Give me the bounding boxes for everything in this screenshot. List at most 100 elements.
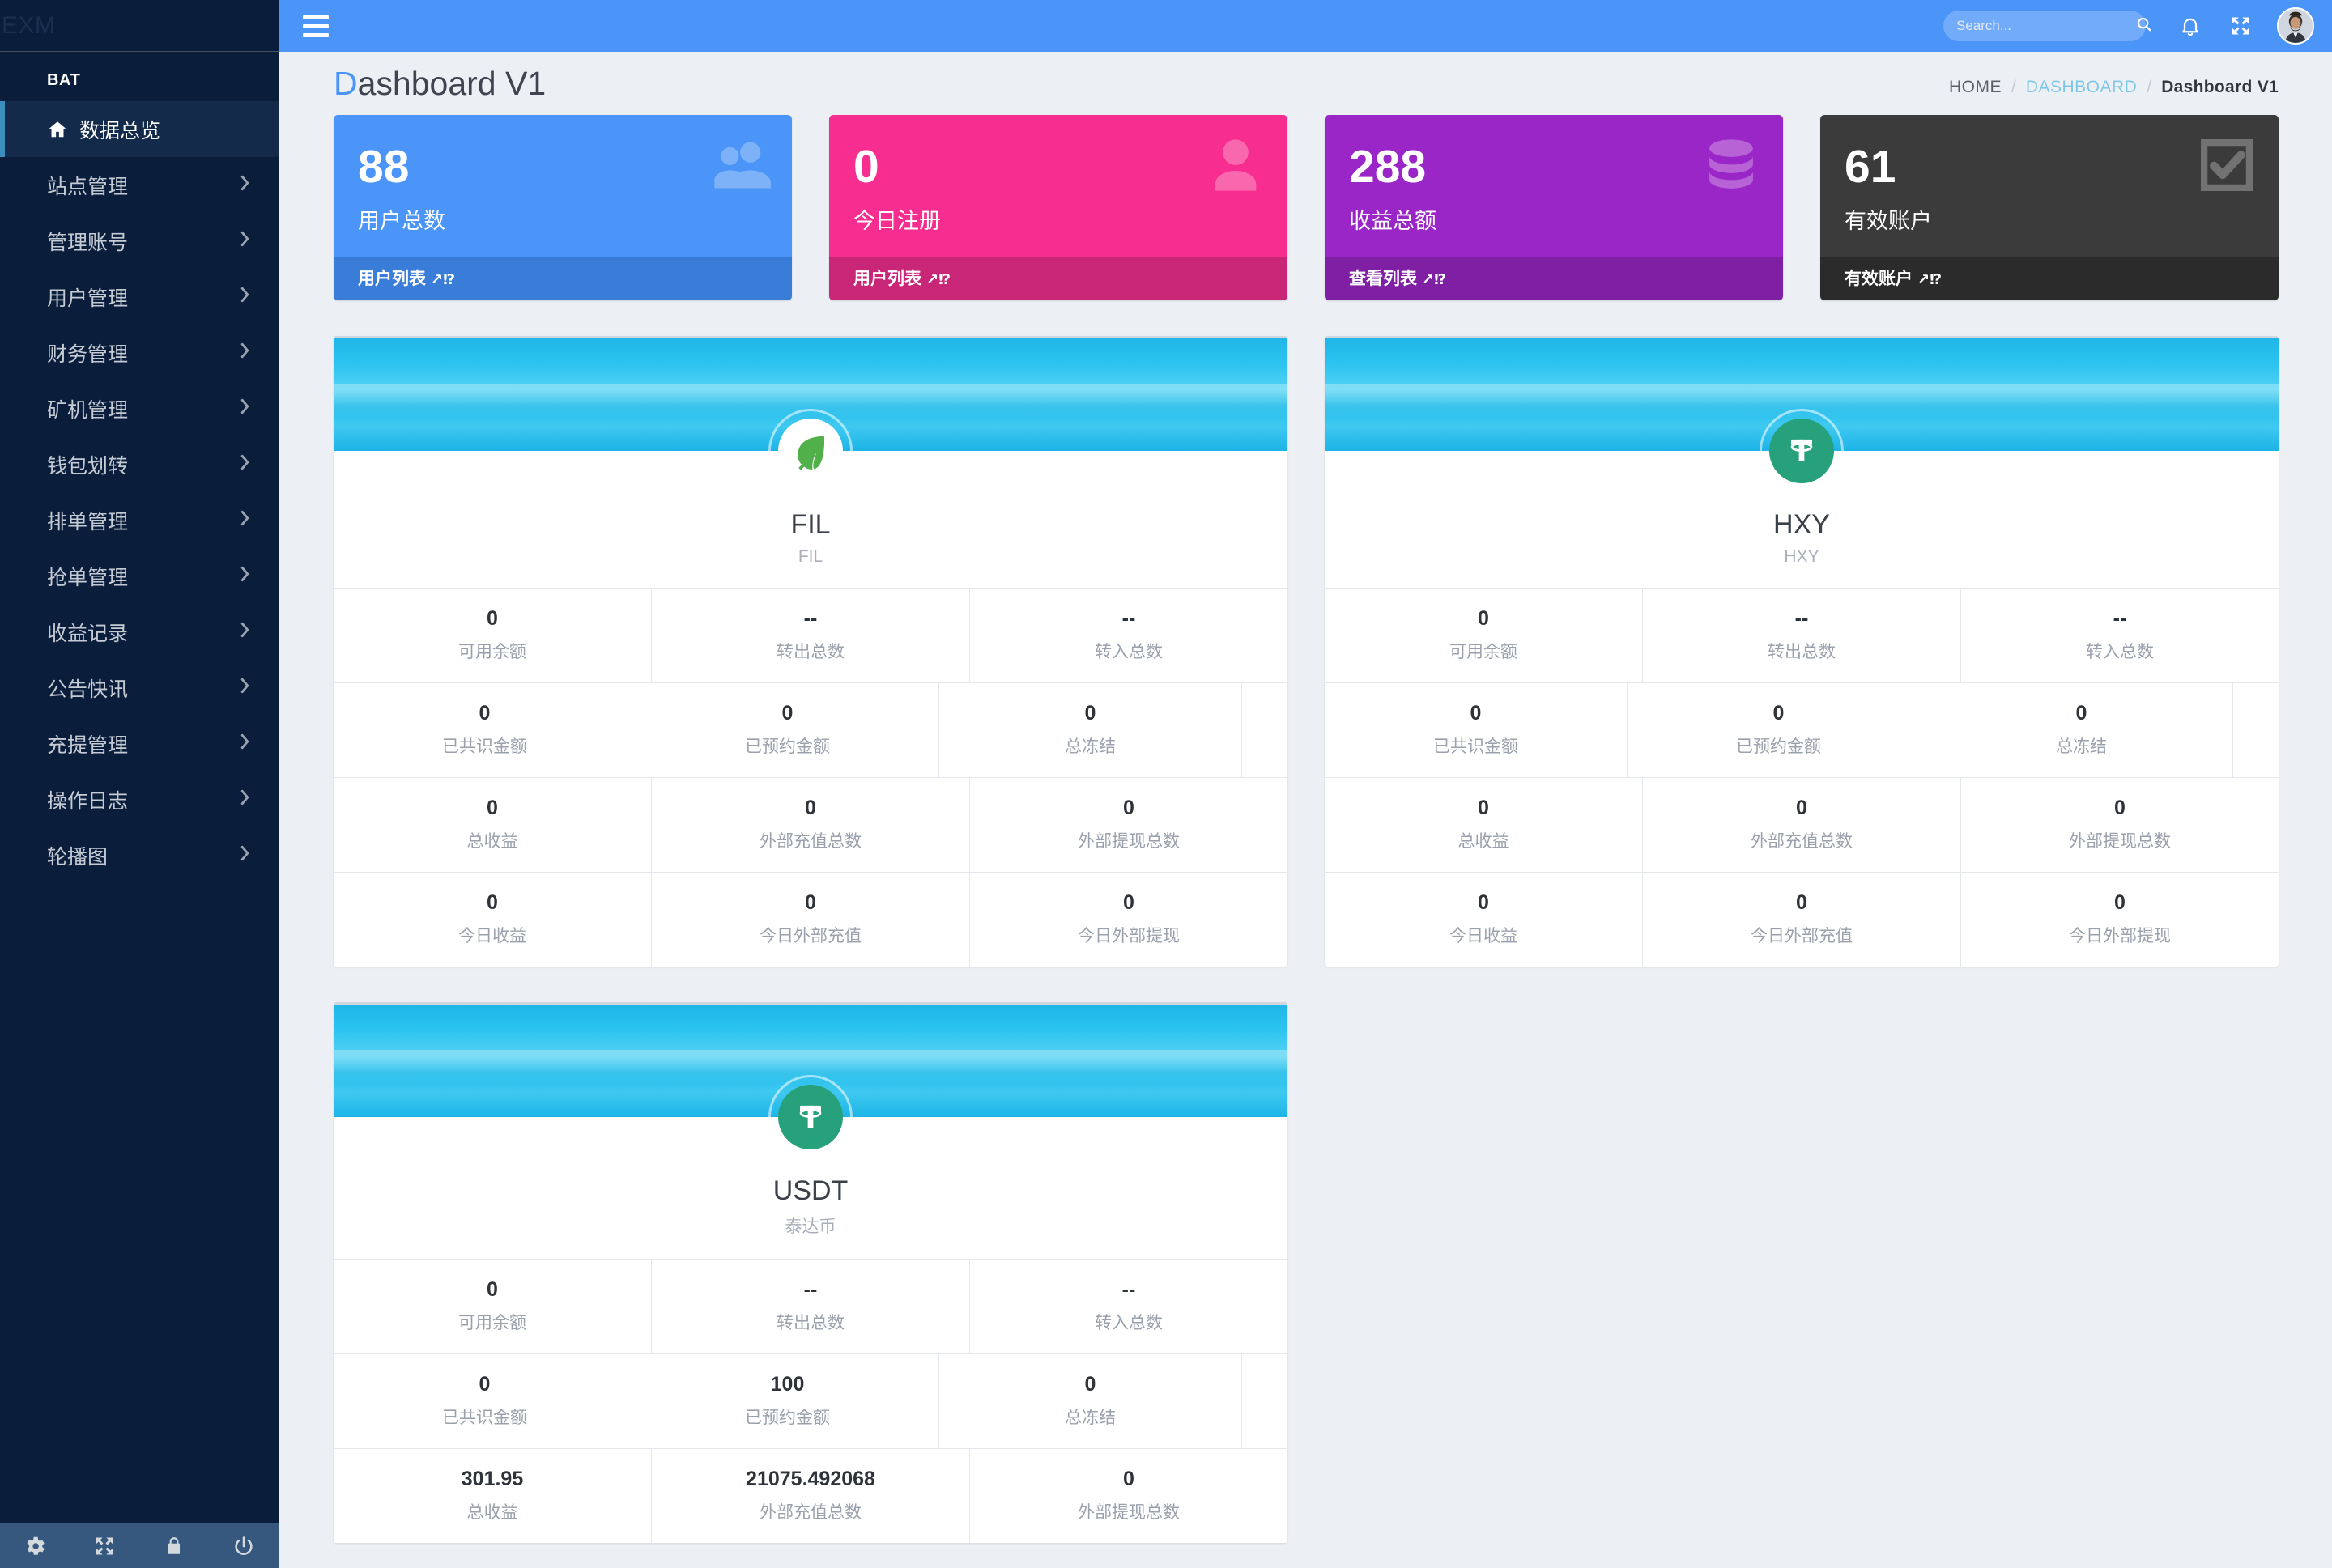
coin-card-name: FIL — [790, 509, 831, 540]
coin-cell-value: 0 — [1478, 607, 1489, 630]
sidebar-item-label: 充提管理 — [47, 733, 129, 757]
coin-card-stats: 0 可用余额 -- 转出总数 -- 转入总数 0 已共识金额 0 已预约金额 0 总冻结 0 总收益 0 外部… — [334, 588, 1287, 967]
sidebar-item-8[interactable]: 抢单管理 — [0, 548, 279, 604]
stat-box-number: 88 — [358, 141, 410, 193]
expand-icon[interactable] — [70, 1535, 139, 1557]
stat-boxes-row: 88 用户总数 用户列表 ↗⁉ 0 今日注册 用户列表 ↗⁉ 288 收益总额 查看列表 ↗⁉ 61 有效… — [279, 115, 2332, 300]
stat-box-number: 0 — [853, 141, 879, 193]
coin-cell-value: -- — [1121, 1278, 1136, 1301]
coin-cell-label: 今日收益 — [1449, 927, 1517, 945]
sidebar-item-13[interactable]: 轮播图 — [0, 827, 279, 883]
power-icon[interactable] — [209, 1535, 279, 1557]
coin-cell-label: 可用余额 — [458, 1314, 526, 1332]
sidebar-item-2[interactable]: 管理账号 — [0, 213, 279, 269]
sidebar-item-label: 财务管理 — [47, 342, 129, 366]
coin-cell: -- 转入总数 — [970, 589, 1287, 682]
coin-cell-value: -- — [1794, 607, 1809, 630]
coin-cell: -- 转入总数 — [1961, 589, 2279, 682]
hamburger-icon[interactable] — [290, 0, 342, 52]
sidebar-item-3[interactable]: 用户管理 — [0, 269, 279, 325]
sidebar-item-11[interactable]: 充提管理 — [0, 716, 279, 771]
coin-cell-value: 0 — [487, 797, 498, 819]
coin-cell: 0 可用余额 — [334, 1260, 652, 1353]
stat-box-number: 288 — [1349, 141, 1427, 193]
coin-cell-label: 今日外部提现 — [2069, 927, 2171, 945]
coin-cell: 0 已共识金额 — [334, 1354, 636, 1448]
coin-card-banner — [1325, 338, 2279, 493]
stat-box-text: 有效账户 — [1845, 209, 1932, 233]
sidebar-item-label: 矿机管理 — [47, 398, 129, 422]
stat-box-footer-link[interactable]: 查看列表 ↗⁉ — [1325, 257, 1783, 300]
leaf-icon — [798, 436, 825, 470]
breadcrumb-dashboard[interactable]: DASHBOARD — [2026, 78, 2138, 97]
sidebar-item-9[interactable]: 收益记录 — [0, 604, 279, 660]
coin-card-subtitle: HXY — [1784, 547, 1819, 566]
coin-cell: 0 已预约金额 — [636, 683, 939, 777]
stat-box-footer-link[interactable]: 用户列表 ↗⁉ — [829, 257, 1287, 300]
search-box[interactable] — [1943, 11, 2151, 41]
bell-icon[interactable] — [2165, 0, 2215, 52]
sidebar-item-7[interactable]: 排单管理 — [0, 492, 279, 548]
coin-card-banner — [334, 1005, 1287, 1159]
coin-cell-label: 总收益 — [466, 832, 518, 851]
settings-icon[interactable] — [0, 1534, 70, 1558]
users-icon — [714, 142, 771, 189]
breadcrumb-home[interactable]: HOME — [1949, 78, 2002, 97]
home-icon — [47, 119, 79, 140]
coin-cell: 0 今日收益 — [334, 873, 652, 967]
coin-cell-label: 今日收益 — [458, 927, 526, 945]
coin-cell-value: -- — [803, 607, 818, 630]
fullscreen-icon[interactable] — [2215, 0, 2266, 52]
sidebar-item-6[interactable]: 钱包划转 — [0, 436, 279, 492]
coin-cell-label: 总收益 — [466, 1503, 518, 1522]
coin-cell: -- 转出总数 — [652, 589, 970, 682]
stat-box-footer-link[interactable]: 用户列表 ↗⁉ — [334, 257, 792, 300]
coin-cell-spacer — [1242, 1354, 1287, 1448]
coin-avatar-ring — [768, 1075, 853, 1159]
search-input[interactable] — [1956, 18, 2135, 34]
avatar[interactable] — [2277, 7, 2314, 45]
coin-cell-value: 301.95 — [461, 1468, 524, 1490]
sidebar-item-10[interactable]: 公告快讯 — [0, 660, 279, 716]
coin-cell: 0 外部提现总数 — [970, 1449, 1287, 1543]
coin-cell-label: 可用余额 — [458, 643, 526, 661]
sidebar-item-12[interactable]: 操作日志 — [0, 771, 279, 827]
coin-cell-label: 已预约金额 — [745, 737, 830, 756]
coin-card-USDT: USDT 泰达币 0 可用余额 -- 转出总数 -- 转入总数 0 已共识金额 100 已预约金额 0 总… — [334, 1002, 1287, 1543]
stat-box-footer-label: 用户列表 — [358, 270, 426, 288]
coin-cell-label: 转入总数 — [1095, 643, 1163, 661]
coin-row: 0 今日收益 0 今日外部充值 0 今日外部提现 — [1325, 873, 2279, 967]
sidebar-item-1[interactable]: 站点管理 — [0, 157, 279, 213]
stat-box-text: 今日注册 — [853, 209, 941, 233]
chevron-right-icon — [239, 621, 251, 644]
search-icon[interactable] — [2135, 15, 2153, 37]
chevron-right-icon — [239, 230, 251, 253]
sidebar-item-4[interactable]: 财务管理 — [0, 325, 279, 380]
hamburger-bar — [303, 32, 329, 37]
coin-cell: 21075.492068 外部充值总数 — [652, 1449, 970, 1543]
coin-cell-value: 0 — [1772, 702, 1785, 725]
stat-box-footer-link[interactable]: 有效账户 ↗⁉ — [1820, 257, 2279, 300]
coin-cell: 301.95 总收益 — [334, 1449, 652, 1543]
sidebar-item-0[interactable]: 数据总览 — [0, 101, 279, 157]
chevron-right-icon — [239, 677, 251, 699]
coin-row: 0 总收益 0 外部充值总数 0 外部提现总数 — [334, 778, 1287, 873]
coin-cell-label: 外部充值总数 — [760, 1503, 862, 1522]
coin-card-FIL: FIL FIL 0 可用余额 -- 转出总数 -- 转入总数 0 已共识金额 0 已预约金额 0 总冻结 0… — [334, 336, 1287, 967]
coin-cell-value: 0 — [1478, 797, 1489, 819]
stat-box-body: 0 今日注册 — [829, 115, 1287, 257]
coin-cell: 0 总收益 — [334, 778, 652, 872]
coin-avatar-ring — [768, 409, 853, 493]
sidebar-brand[interactable]: EXM — [0, 0, 279, 52]
sidebar-footer-toolbar — [0, 1523, 279, 1568]
coin-cell: 0 总冻结 — [939, 1354, 1242, 1448]
sidebar-item-5[interactable]: 矿机管理 — [0, 380, 279, 436]
coin-cell-label: 今日外部提现 — [1078, 927, 1180, 945]
coin-cell: 0 可用余额 — [334, 589, 652, 682]
coin-card-stats: 0 可用余额 -- 转出总数 -- 转入总数 0 已共识金额 100 已预约金额 0 总冻结 301.9… — [334, 1259, 1287, 1543]
stat-box-0: 88 用户总数 用户列表 ↗⁉ — [334, 115, 792, 300]
stat-box-footer-label: 用户列表 — [853, 270, 921, 288]
lock-icon[interactable] — [139, 1535, 209, 1557]
database-icon — [1709, 139, 1753, 189]
